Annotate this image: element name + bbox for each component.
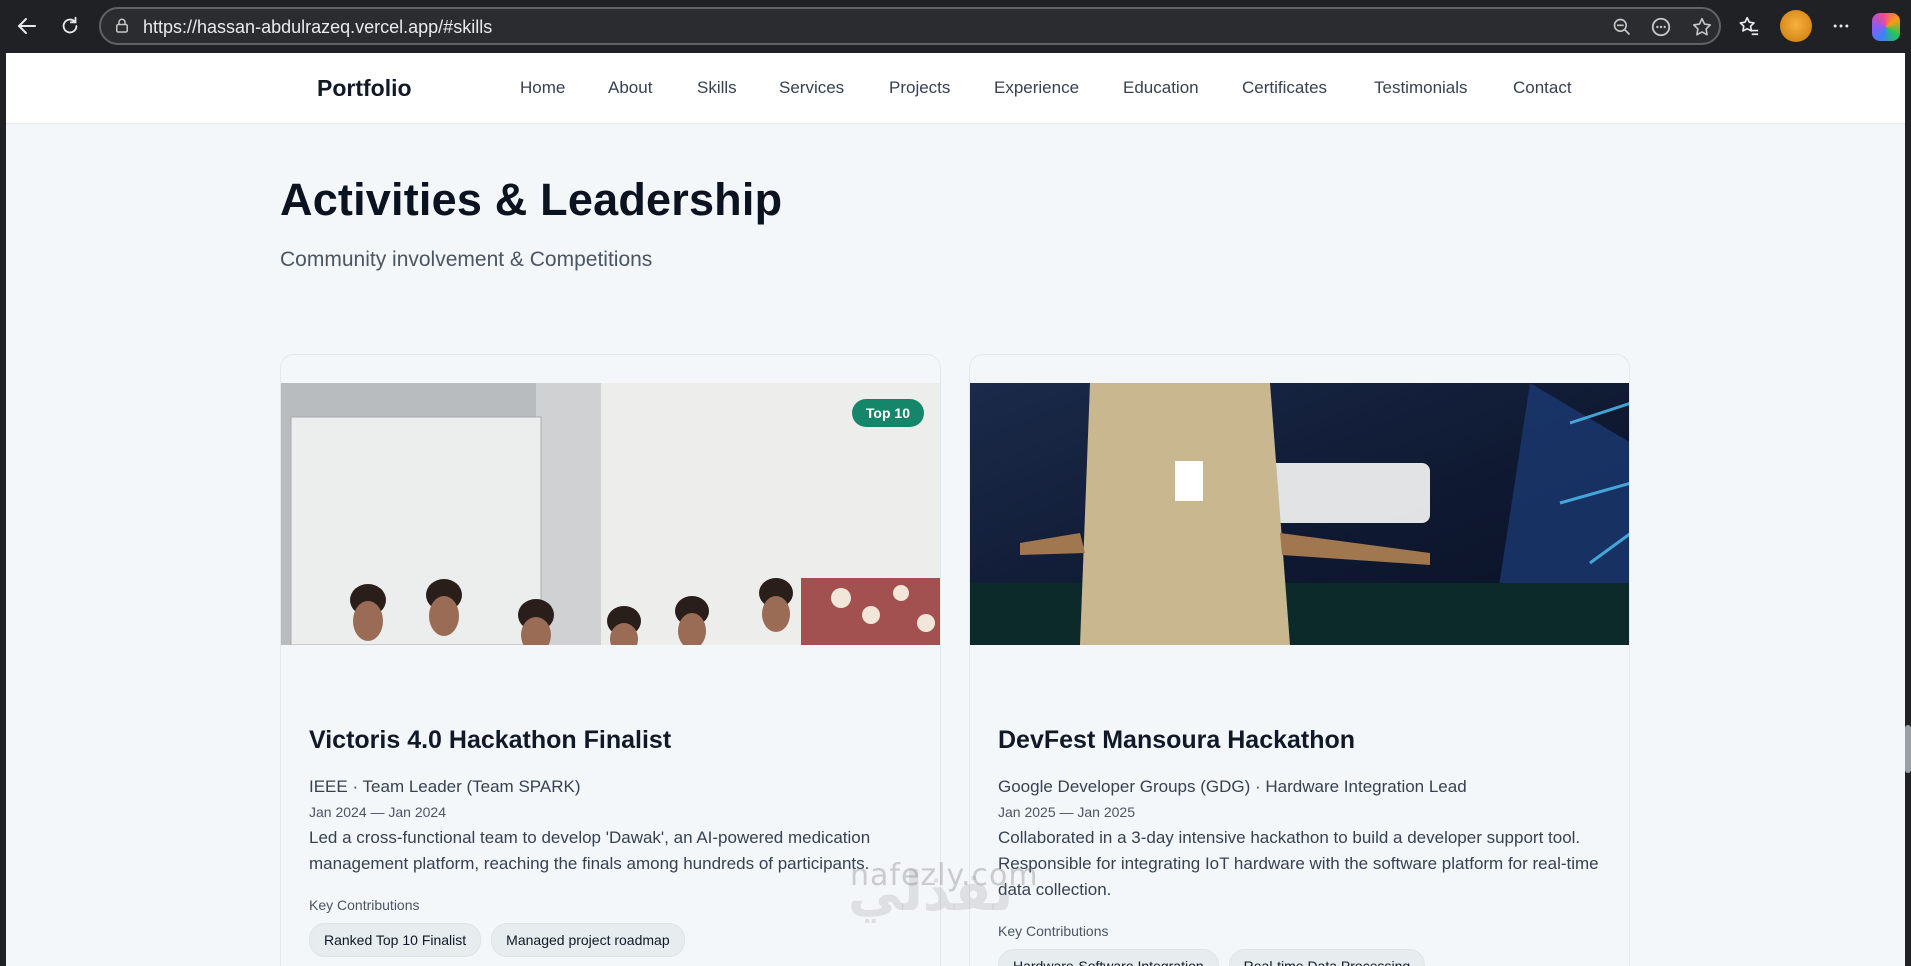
nav-link-skills[interactable]: Skills — [697, 78, 737, 98]
key-contributions-label: Key Contributions — [309, 897, 420, 913]
section-subtitle: Community involvement & Competitions — [280, 248, 653, 271]
settings-more-icon[interactable] — [1826, 11, 1856, 41]
contributions-list: Hardware-Software Integration Real-time … — [998, 949, 1426, 966]
section-title: Activities & Leadership — [280, 174, 783, 225]
card-organization: Google Developer Groups (GDG) · Hardware… — [998, 777, 1467, 796]
window-border-right — [1905, 53, 1911, 966]
watermark-text: nafezly.com — [850, 858, 1039, 893]
window-border-left — [0, 53, 6, 966]
profile-avatar[interactable] — [1780, 10, 1812, 42]
browser-toolbar: https://hassan-abdulrazeq.vercel.app/#sk… — [0, 0, 1911, 53]
nav-link-testimonials[interactable]: Testimonials — [1374, 78, 1468, 98]
copilot-icon[interactable] — [1872, 13, 1900, 41]
site-info-icon[interactable] — [113, 17, 131, 40]
activity-photo — [970, 383, 1629, 645]
nav-link-certificates[interactable]: Certificates — [1242, 78, 1327, 98]
activity-photo: Top 10 — [281, 383, 940, 645]
card-title: DevFest Mansoura Hackathon — [998, 726, 1356, 754]
contributions-list: Ranked Top 10 Finalist Managed project r… — [309, 923, 685, 957]
card-date: Jan 2024 — Jan 2024 — [309, 804, 446, 820]
more-page-actions-icon[interactable] — [1650, 16, 1672, 38]
nav-menu: Home About Skills Services Projects Expe… — [6, 78, 1905, 102]
activity-card[interactable]: Top 10 Victoris 4.0 Hackathon Finalist I… — [280, 354, 941, 966]
url-text[interactable]: https://hassan-abdulrazeq.vercel.app/#sk… — [143, 17, 492, 38]
card-description: Led a cross-functional team to develop '… — [309, 828, 871, 873]
nav-link-experience[interactable]: Experience — [994, 78, 1079, 98]
nav-link-about[interactable]: About — [608, 78, 652, 98]
contribution-chip: Hardware-Software Integration — [998, 949, 1219, 966]
nav-link-contact[interactable]: Contact — [1513, 78, 1572, 98]
nav-link-projects[interactable]: Projects — [889, 78, 950, 98]
favorites-icon[interactable] — [1734, 11, 1764, 41]
contribution-chip: Real-time Data Processing — [1228, 949, 1426, 966]
site-header: Portfolio Home About Skills Services Pro… — [6, 53, 1905, 124]
contribution-chip: Ranked Top 10 Finalist — [309, 923, 482, 957]
favorite-star-icon[interactable] — [1691, 16, 1713, 38]
back-icon[interactable] — [12, 11, 42, 41]
activity-card[interactable]: DevFest Mansoura Hackathon Google Develo… — [969, 354, 1630, 966]
zoom-icon[interactable] — [1611, 16, 1633, 38]
rank-badge: Top 10 — [851, 399, 924, 427]
card-description: Collaborated in a 3-day intensive hackat… — [998, 828, 1599, 899]
scrollbar-thumb[interactable] — [1905, 725, 1911, 773]
card-organization: IEEE · Team Leader (Team SPARK) — [309, 777, 581, 796]
contribution-chip: Managed project roadmap — [491, 923, 685, 957]
nav-link-services[interactable]: Services — [779, 78, 844, 98]
card-title: Victoris 4.0 Hackathon Finalist — [309, 726, 672, 754]
card-date: Jan 2025 — Jan 2025 — [998, 804, 1135, 820]
nav-link-home[interactable]: Home — [520, 78, 565, 98]
address-bar[interactable]: https://hassan-abdulrazeq.vercel.app/#sk… — [99, 7, 1721, 45]
reload-icon[interactable] — [55, 11, 85, 41]
nav-link-education[interactable]: Education — [1123, 78, 1199, 98]
key-contributions-label: Key Contributions — [998, 923, 1109, 939]
